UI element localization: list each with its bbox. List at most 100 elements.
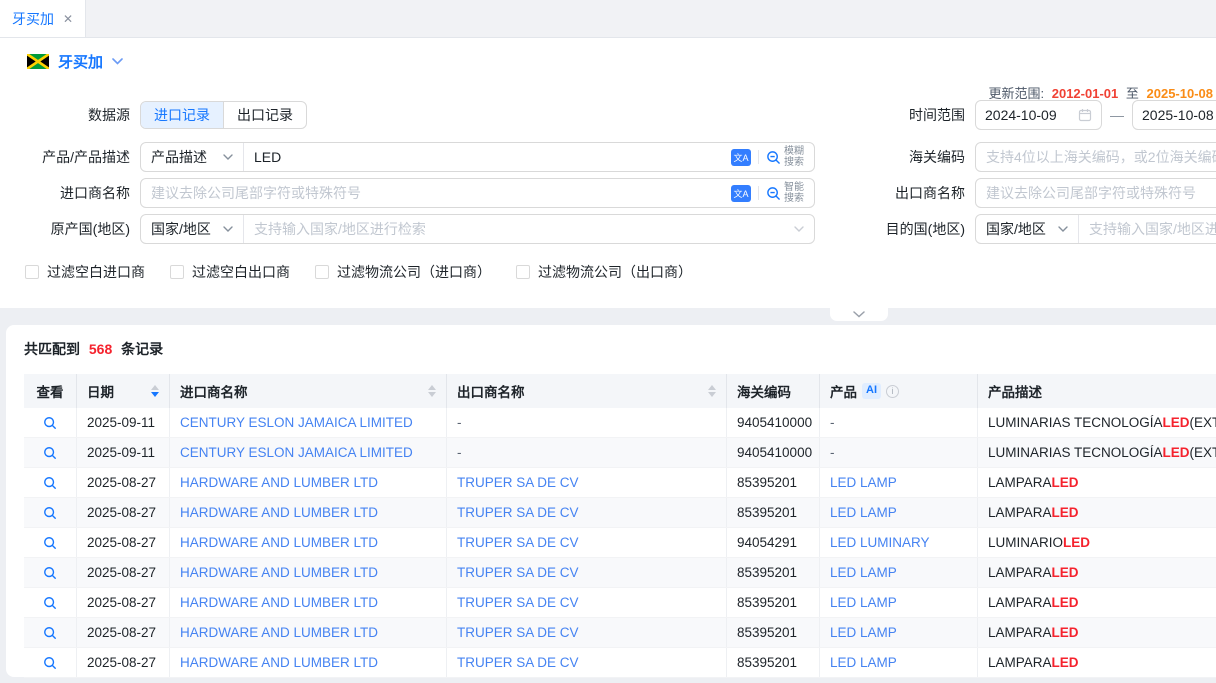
product-cell[interactable]: LED LAMP bbox=[820, 498, 978, 527]
product-cell[interactable]: LED LAMP bbox=[820, 468, 978, 497]
table-body: 2025-09-11CENTURY ESLON JAMAICA LIMITED-… bbox=[24, 408, 1216, 678]
date-cell: 2025-08-27 bbox=[77, 498, 170, 527]
view-cell bbox=[24, 648, 77, 677]
importer-cell[interactable]: HARDWARE AND LUMBER LTD bbox=[170, 528, 447, 557]
importer-cell[interactable]: HARDWARE AND LUMBER LTD bbox=[170, 588, 447, 617]
checkbox-filter-logistics-importer[interactable]: 过滤物流公司（进口商） bbox=[315, 262, 491, 282]
table-row: 2025-08-27HARDWARE AND LUMBER LTDTRUPER … bbox=[24, 558, 1216, 588]
exporter-cell[interactable]: TRUPER SA DE CV bbox=[447, 528, 727, 557]
hs-code-cell: 85395201 bbox=[727, 648, 820, 677]
view-button[interactable] bbox=[43, 566, 57, 580]
view-button[interactable] bbox=[43, 506, 57, 520]
column-header-importer[interactable]: 进口商名称 bbox=[170, 374, 447, 408]
importer-cell[interactable]: HARDWARE AND LUMBER LTD bbox=[170, 498, 447, 527]
view-search-icon bbox=[43, 506, 57, 520]
data-source-label: 数据源 bbox=[0, 105, 130, 125]
search-mode-label: 智能搜索 bbox=[784, 182, 805, 204]
importer-cell[interactable]: CENTURY ESLON JAMAICA LIMITED bbox=[170, 438, 447, 467]
importer-cell[interactable]: CENTURY ESLON JAMAICA LIMITED bbox=[170, 408, 447, 437]
divider bbox=[758, 150, 759, 164]
view-search-icon bbox=[43, 596, 57, 610]
importer-cell[interactable]: HARDWARE AND LUMBER LTD bbox=[170, 558, 447, 587]
tab-jamaica[interactable]: 牙买加 ✕ bbox=[0, 0, 86, 37]
view-button[interactable] bbox=[43, 446, 57, 460]
sort-icons[interactable] bbox=[428, 385, 436, 397]
product-cell[interactable]: LED LAMP bbox=[820, 558, 978, 587]
table-row: 2025-09-11CENTURY ESLON JAMAICA LIMITED-… bbox=[24, 408, 1216, 438]
importer-cell[interactable]: HARDWARE AND LUMBER LTD bbox=[170, 648, 447, 677]
exporter-cell[interactable]: TRUPER SA DE CV bbox=[447, 648, 727, 677]
view-button[interactable] bbox=[43, 656, 57, 670]
tab-export-records[interactable]: 出口记录 bbox=[223, 102, 306, 128]
date-start-value: 2024-10-09 bbox=[985, 107, 1078, 123]
update-range-start: 2012-01-01 bbox=[1052, 86, 1119, 101]
importer-cell[interactable]: HARDWARE AND LUMBER LTD bbox=[170, 468, 447, 497]
exporter-cell[interactable]: TRUPER SA DE CV bbox=[447, 618, 727, 647]
view-search-icon bbox=[43, 446, 57, 460]
product-cell[interactable]: LED LAMP bbox=[820, 618, 978, 647]
checkbox-filter-blank-exporter[interactable]: 过滤空白出口商 bbox=[170, 262, 290, 282]
product-input[interactable] bbox=[244, 149, 731, 165]
origin-group: 国家/地区 bbox=[140, 214, 815, 244]
exporter-cell[interactable]: TRUPER SA DE CV bbox=[447, 498, 727, 527]
exporter-input[interactable] bbox=[975, 178, 1216, 208]
hs-code-input[interactable] bbox=[975, 142, 1216, 172]
update-range-label: 更新范围: bbox=[988, 86, 1044, 101]
tab-import-records[interactable]: 进口记录 bbox=[141, 102, 223, 128]
highlighted-term: LED bbox=[1163, 415, 1190, 430]
search-mode-icon bbox=[766, 186, 781, 201]
table-row: 2025-08-27HARDWARE AND LUMBER LTDTRUPER … bbox=[24, 468, 1216, 498]
product-cell[interactable]: LED LUMINARY bbox=[820, 528, 978, 557]
translate-icon[interactable]: 文A bbox=[731, 185, 751, 202]
sort-icons[interactable] bbox=[151, 385, 159, 397]
view-cell bbox=[24, 528, 77, 557]
importer-input[interactable] bbox=[141, 185, 731, 201]
sort-icons[interactable] bbox=[708, 385, 716, 397]
highlighted-term: LED bbox=[1052, 595, 1079, 610]
checkbox-filter-blank-importer[interactable]: 过滤空白进口商 bbox=[25, 262, 145, 282]
product-field-select[interactable]: 产品描述 bbox=[141, 143, 244, 171]
checkbox-label: 过滤空白出口商 bbox=[192, 262, 290, 282]
destination-input[interactable] bbox=[1079, 221, 1216, 237]
description-cell: LAMPARA LED bbox=[978, 618, 1216, 647]
date-end-input[interactable]: 2025-10-08 bbox=[1132, 100, 1216, 130]
info-icon[interactable]: i bbox=[886, 385, 899, 398]
column-header-exporter[interactable]: 出口商名称 bbox=[447, 374, 727, 408]
date-start-input[interactable]: 2024-10-09 bbox=[975, 100, 1102, 130]
summary-suffix: 条记录 bbox=[121, 341, 163, 357]
results-table: 查看 日期 进口商名称 出口商名称 海关编码 产品 bbox=[24, 374, 1216, 678]
product-label: 产品/产品描述 bbox=[0, 147, 130, 167]
close-icon[interactable]: ✕ bbox=[63, 13, 73, 25]
origin-label: 原产国(地区) bbox=[0, 219, 130, 239]
view-button[interactable] bbox=[43, 416, 57, 430]
tab-bar: 牙买加 ✕ bbox=[0, 0, 1216, 38]
view-button[interactable] bbox=[43, 596, 57, 610]
destination-select[interactable]: 国家/地区 bbox=[976, 215, 1079, 243]
view-button[interactable] bbox=[43, 476, 57, 490]
product-cell[interactable]: LED LAMP bbox=[820, 648, 978, 677]
description-cell: LAMPARA LED bbox=[978, 648, 1216, 677]
importer-cell[interactable]: HARDWARE AND LUMBER LTD bbox=[170, 618, 447, 647]
exporter-cell: - bbox=[447, 408, 727, 437]
translate-icon[interactable]: 文A bbox=[731, 149, 751, 166]
origin-select[interactable]: 国家/地区 bbox=[141, 215, 244, 243]
view-cell bbox=[24, 588, 77, 617]
checkbox-label: 过滤物流公司（进口商） bbox=[337, 262, 491, 282]
view-button[interactable] bbox=[43, 626, 57, 640]
smart-search-button[interactable]: 智能搜索 bbox=[766, 182, 814, 204]
fuzzy-search-button[interactable]: 模糊搜索 bbox=[766, 146, 814, 168]
product-cell[interactable]: LED LAMP bbox=[820, 588, 978, 617]
ai-badge: AI bbox=[862, 383, 881, 398]
checkbox-filter-logistics-exporter[interactable]: 过滤物流公司（出口商） bbox=[516, 262, 692, 282]
country-selector[interactable]: 牙买加 bbox=[27, 51, 123, 72]
summary-prefix: 共匹配到 bbox=[24, 341, 80, 357]
column-header-hs-code: 海关编码 bbox=[727, 374, 820, 408]
exporter-cell[interactable]: TRUPER SA DE CV bbox=[447, 588, 727, 617]
exporter-cell[interactable]: TRUPER SA DE CV bbox=[447, 468, 727, 497]
exporter-cell[interactable]: TRUPER SA DE CV bbox=[447, 558, 727, 587]
column-header-date[interactable]: 日期 bbox=[77, 374, 170, 408]
view-button[interactable] bbox=[43, 536, 57, 550]
origin-input[interactable] bbox=[244, 221, 794, 237]
destination-select-value: 国家/地区 bbox=[986, 219, 1046, 239]
collapse-panel-button[interactable] bbox=[830, 308, 888, 321]
